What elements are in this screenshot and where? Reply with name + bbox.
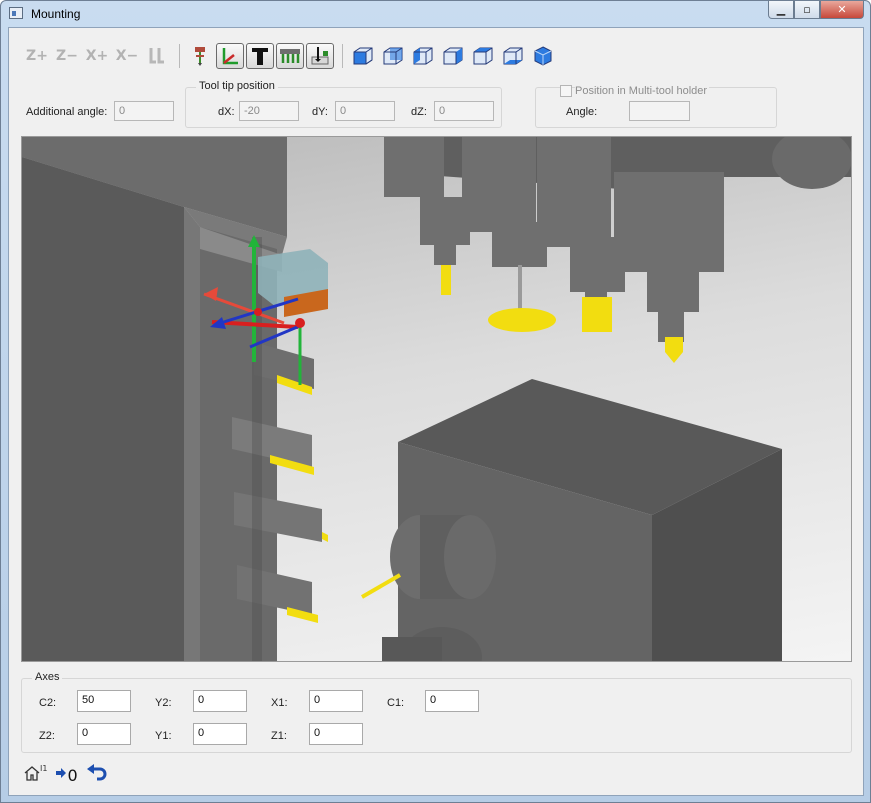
spindle-tool-tip-1	[441, 265, 451, 295]
view-bottom-icon[interactable]	[499, 43, 527, 69]
view-top-icon[interactable]	[469, 43, 497, 69]
spindle-tool-tip-3	[665, 337, 683, 363]
dx-field[interactable]: -20	[239, 101, 299, 121]
go-to-zero-icon	[55, 767, 67, 783]
tool-tip-marker-icon[interactable]	[186, 43, 214, 69]
undo-button[interactable]	[86, 764, 108, 786]
home-badge: I1	[40, 764, 48, 773]
x-minus-button[interactable]: X−	[113, 43, 141, 69]
x1-field[interactable]: 0	[309, 690, 363, 712]
dz-field[interactable]: 0	[434, 101, 494, 121]
multi-tool-holder-icon[interactable]	[276, 43, 304, 69]
y2-field[interactable]: 0	[193, 690, 247, 712]
y1-label: Y1:	[155, 730, 172, 742]
view-back-icon[interactable]	[379, 43, 407, 69]
angle-label: Angle:	[566, 106, 598, 118]
turret-front-face	[22, 157, 184, 661]
z1-field[interactable]: 0	[309, 723, 363, 745]
toolbar: Z+ Z− X+ X−	[23, 42, 559, 70]
tool-insert-3	[322, 532, 328, 542]
view-front-icon[interactable]	[349, 43, 377, 69]
minimize-button[interactable]: ▁	[768, 1, 794, 19]
z1-label: Z1:	[271, 730, 287, 742]
coordinate-axes-icon[interactable]	[216, 43, 244, 69]
text-t-icon[interactable]	[246, 43, 274, 69]
x1-label: X1:	[271, 697, 288, 709]
maximize-button[interactable]: ▫	[794, 1, 820, 19]
window-title: Mounting	[31, 7, 81, 21]
axes-title: Axes	[32, 671, 63, 683]
undo-icon	[86, 763, 108, 787]
angle-field[interactable]	[629, 101, 690, 121]
toolbar-separator	[179, 44, 180, 68]
dy-field[interactable]: 0	[335, 101, 395, 121]
view-right-icon[interactable]	[439, 43, 467, 69]
home-button[interactable]: I1	[23, 764, 47, 786]
c1-field[interactable]: 0	[425, 690, 479, 712]
machine-scene	[22, 137, 851, 661]
z-plus-button[interactable]: Z+	[23, 43, 51, 69]
dz-label: dZ:	[411, 106, 427, 118]
y1-field[interactable]: 0	[193, 723, 247, 745]
spindle-tool-tip-2	[582, 297, 612, 332]
additional-angle-label: Additional angle:	[26, 106, 108, 118]
x-plus-button[interactable]: X+	[83, 43, 111, 69]
close-button[interactable]: ✕	[820, 1, 864, 19]
multi-tool-holder-checkbox[interactable]	[560, 85, 572, 97]
go-to-zero-button[interactable]: 0	[55, 764, 78, 786]
dialog-client-area: Z+ Z− X+ X− Additional angle: 0 Tool tip…	[8, 27, 864, 796]
z-minus-button[interactable]: Z−	[53, 43, 81, 69]
multi-tool-holder-label: Position in Multi-tool holder	[575, 85, 710, 97]
y2-label: Y2:	[155, 697, 172, 709]
c2-label: C2:	[39, 697, 57, 709]
z2-label: Z2:	[39, 730, 55, 742]
dx-label: dX:	[218, 106, 235, 118]
view-left-icon[interactable]	[409, 43, 437, 69]
title-bar[interactable]: Mounting ▁ ▫ ✕	[1, 1, 870, 27]
tool-tip-position-title: Tool tip position	[196, 80, 278, 92]
home-icon	[23, 764, 41, 786]
c1-label: C1:	[387, 697, 405, 709]
window-icon	[9, 7, 23, 19]
mounting-window: Mounting ▁ ▫ ✕ Z+ Z− X+ X− Additional an…	[0, 0, 871, 803]
go-to-zero-label: 0	[67, 765, 78, 785]
toolbar-separator	[342, 44, 343, 68]
3d-viewport[interactable]	[21, 136, 852, 662]
mirror-tool-icon[interactable]	[143, 43, 171, 69]
disc-tool	[488, 308, 556, 332]
measure-tool-icon[interactable]	[306, 43, 334, 69]
dy-label: dY:	[312, 106, 328, 118]
z2-field[interactable]: 0	[77, 723, 131, 745]
c2-field[interactable]: 50	[77, 690, 131, 712]
bottom-toolbar: I1 0	[23, 764, 116, 786]
view-iso-icon[interactable]	[529, 43, 557, 69]
drill-tip	[360, 573, 402, 599]
additional-angle-field[interactable]: 0	[114, 101, 174, 121]
